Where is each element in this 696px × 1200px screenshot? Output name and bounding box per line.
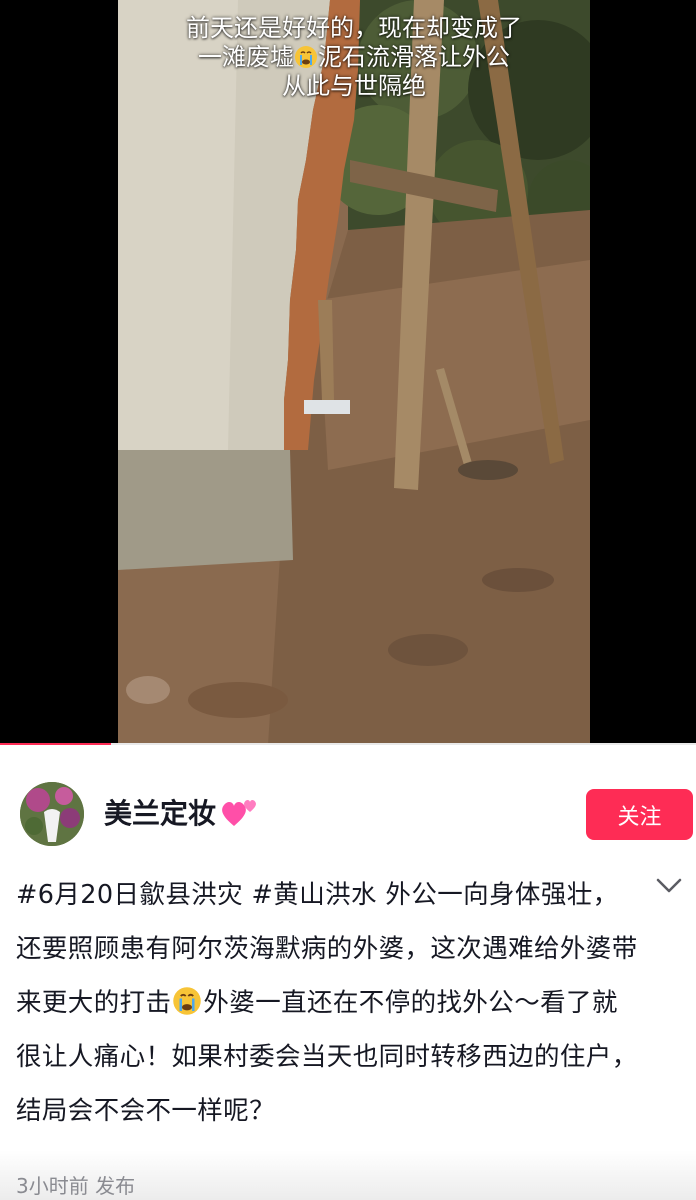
publish-time: 3小时前 发布 xyxy=(16,1174,136,1198)
avatar[interactable] xyxy=(20,782,84,846)
caption-line-1: 前天还是好好的，现在却变成了 xyxy=(186,14,522,42)
video-frame xyxy=(118,0,590,745)
crying-face-icon xyxy=(173,987,202,1015)
crying-face-icon xyxy=(295,46,317,68)
follow-button[interactable]: 关注 xyxy=(586,789,693,840)
two-hearts-icon xyxy=(222,800,256,826)
chevron-down-icon[interactable] xyxy=(654,874,684,898)
caption-line-3: 从此与世隔绝 xyxy=(282,72,426,100)
author-name-text: 美兰定妆 xyxy=(104,797,217,830)
video-description: #6月20日歙县洪灾 #黄山洪水 外公一向身体强壮，还要照顾患有阿尔茨海默病的外… xyxy=(16,868,642,1138)
author-name[interactable]: 美兰定妆 xyxy=(104,792,260,832)
video-player[interactable]: 前天还是好好的，现在却变成了 一滩废墟 泥石流滑落让外公 从此与世隔绝 xyxy=(0,0,696,745)
caption-line-2b: 泥石流滑落让外公 xyxy=(318,43,510,71)
video-caption: 前天还是好好的，现在却变成了 一滩废墟 泥石流滑落让外公 从此与世隔绝 xyxy=(118,14,590,101)
progress-fill xyxy=(0,743,112,745)
author-row: 美兰定妆 关注 xyxy=(0,760,696,868)
meta-bar: 3小时前 发布 xyxy=(0,1150,696,1200)
progress-bar[interactable] xyxy=(0,743,696,745)
caption-line-2a: 一滩废墟 xyxy=(198,43,294,71)
